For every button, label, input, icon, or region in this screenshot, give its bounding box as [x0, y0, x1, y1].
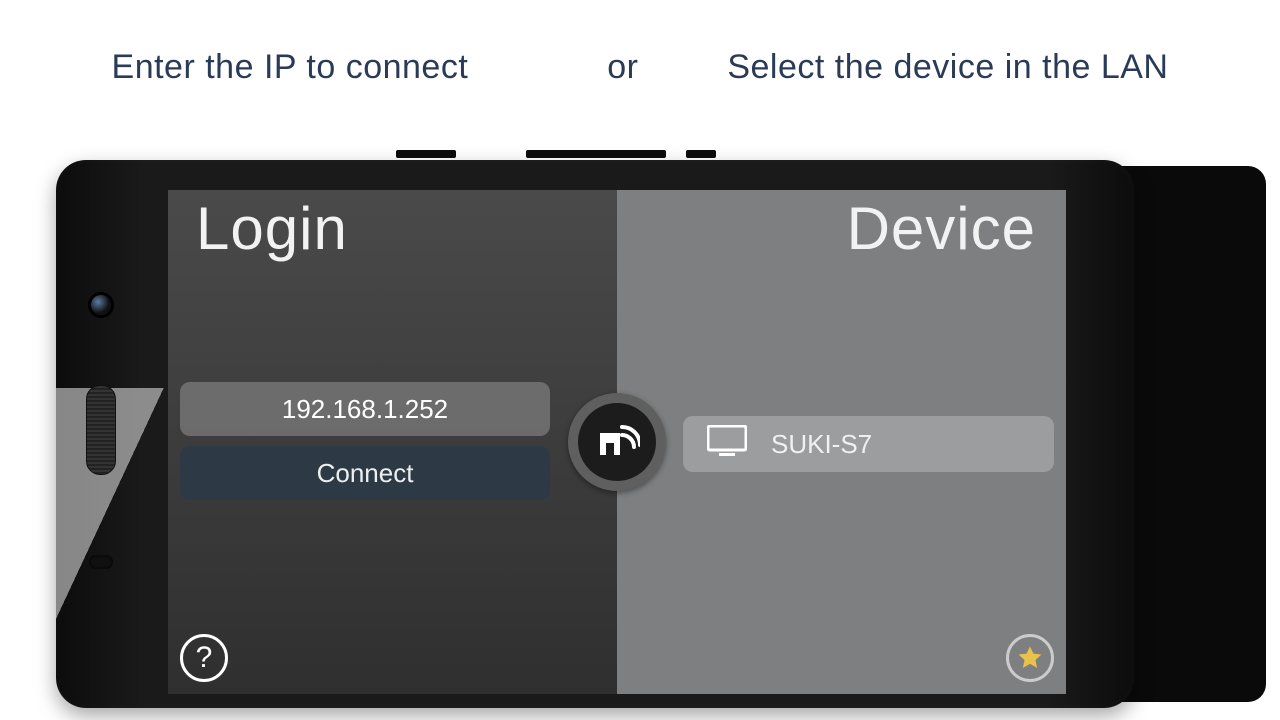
help-button[interactable]: ? [180, 634, 228, 682]
instruction-bar: Enter the IP to connect or Select the de… [0, 0, 1280, 87]
instruction-right: Select the device in the LAN [727, 48, 1168, 86]
phone-speaker [86, 385, 116, 475]
device-title: Device [847, 194, 1036, 263]
ip-input[interactable] [180, 382, 550, 436]
phone-mockup: Login Connect ? Device S [56, 150, 1266, 720]
help-icon: ? [196, 641, 213, 675]
app-screen: Login Connect ? Device S [168, 190, 1066, 694]
phone-camera [91, 295, 111, 315]
device-pane: Device SUKI-S7 [617, 190, 1066, 694]
login-title: Login [196, 194, 348, 263]
phone-sensor [89, 555, 113, 569]
cast-badge [568, 393, 666, 491]
device-name: SUKI-S7 [771, 429, 872, 460]
instruction-or: or [607, 48, 638, 86]
monitor-icon [707, 425, 747, 464]
phone-body: Login Connect ? Device S [56, 160, 1134, 708]
login-pane: Login Connect ? [168, 190, 617, 694]
instruction-left: Enter the IP to connect [112, 48, 469, 86]
device-item[interactable]: SUKI-S7 [683, 416, 1054, 472]
favorite-button[interactable] [1006, 634, 1054, 682]
connect-button[interactable]: Connect [180, 446, 550, 500]
cast-icon [594, 417, 640, 468]
star-icon [1016, 644, 1044, 672]
